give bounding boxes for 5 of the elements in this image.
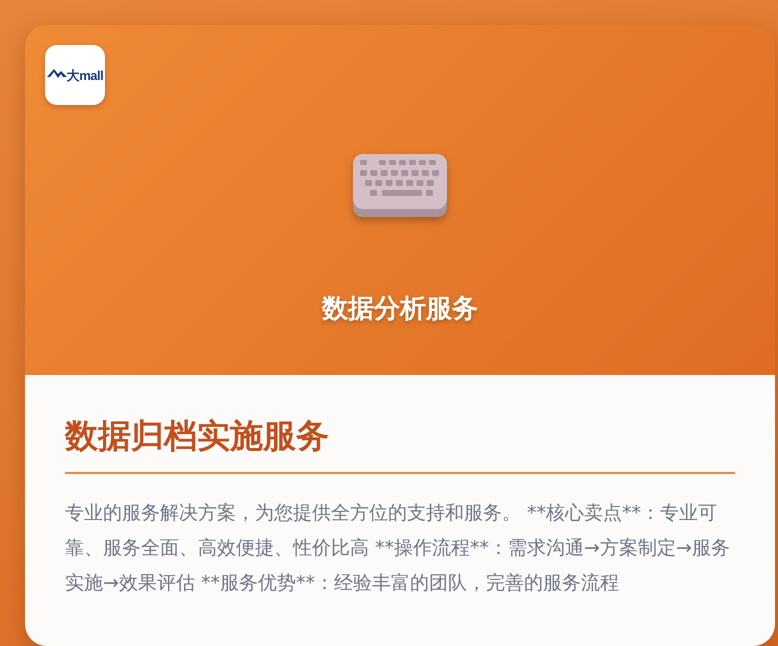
section-heading: 数据归档实施服务: [65, 415, 735, 474]
logo-text: 大mall: [66, 69, 104, 82]
keyboard-icon: [352, 153, 448, 219]
service-title: 数据分析服务: [322, 293, 478, 326]
service-description: 专业的服务解决方案，为您提供全方位的支持和服务。 **核心卖点**：专业可靠、服务全面、高效便捷、性价比高 **操作流程**：需求沟通→方案制定→服务实施→效果评估 **服务优势**：经验丰富的团队，完善的服务流程: [65, 500, 731, 596]
